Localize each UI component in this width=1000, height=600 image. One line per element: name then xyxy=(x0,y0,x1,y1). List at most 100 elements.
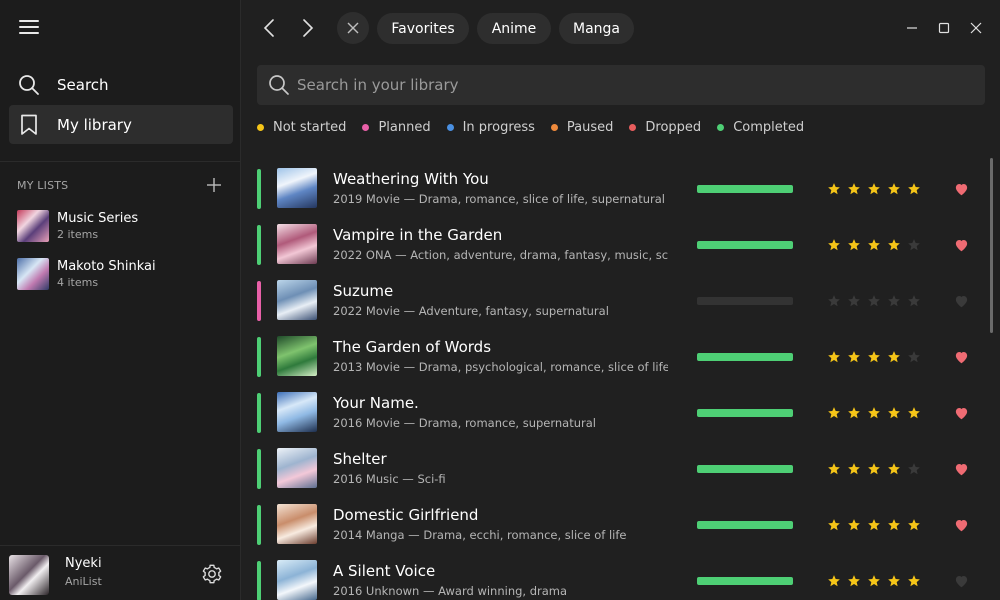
item-title: Vampire in the Garden xyxy=(333,226,503,244)
star-icon[interactable] xyxy=(824,460,844,478)
heart-icon[interactable] xyxy=(952,180,970,198)
legend-item[interactable]: Not started xyxy=(257,120,346,135)
library-search xyxy=(257,65,985,105)
cover-thumbnail xyxy=(277,280,317,320)
close-icon[interactable] xyxy=(966,18,986,38)
star-rating xyxy=(824,572,924,590)
star-icon[interactable] xyxy=(884,404,904,422)
star-icon[interactable] xyxy=(864,348,884,366)
status-indicator xyxy=(257,449,261,489)
heart-icon[interactable] xyxy=(952,572,970,590)
nav-item-my-library[interactable]: My library xyxy=(9,105,233,144)
star-icon[interactable] xyxy=(904,572,924,590)
star-icon[interactable] xyxy=(844,292,864,310)
heart-icon[interactable] xyxy=(952,348,970,366)
search-icon xyxy=(267,73,291,97)
list-item[interactable]: The Garden of Words 2013 Movie — Drama, p… xyxy=(242,328,990,384)
star-icon[interactable] xyxy=(844,180,864,198)
legend-item[interactable]: Dropped xyxy=(629,120,701,135)
star-icon[interactable] xyxy=(864,236,884,254)
forward-icon[interactable] xyxy=(292,12,324,44)
star-icon[interactable] xyxy=(904,292,924,310)
nav-item-search[interactable]: Search xyxy=(9,65,233,104)
star-icon[interactable] xyxy=(844,516,864,534)
star-icon[interactable] xyxy=(824,348,844,366)
sidebar: Search My library MY LISTS Music Series … xyxy=(0,0,241,600)
star-icon[interactable] xyxy=(864,180,884,198)
search-icon xyxy=(9,74,49,96)
clear-filter-icon[interactable] xyxy=(337,12,369,44)
list-item[interactable]: Vampire in the Garden 2022 ONA — Action, … xyxy=(242,216,990,272)
legend-item[interactable]: Planned xyxy=(362,120,431,135)
star-icon[interactable] xyxy=(904,180,924,198)
star-icon[interactable] xyxy=(864,516,884,534)
chip-favorites[interactable]: Favorites xyxy=(377,13,469,44)
star-icon[interactable] xyxy=(824,236,844,254)
star-icon[interactable] xyxy=(824,404,844,422)
star-icon[interactable] xyxy=(884,236,904,254)
star-icon[interactable] xyxy=(884,180,904,198)
star-icon[interactable] xyxy=(824,292,844,310)
progress-fill xyxy=(697,465,793,473)
star-icon[interactable] xyxy=(864,404,884,422)
list-item[interactable]: Domestic Girlfriend 2014 Manga — Drama, e… xyxy=(242,496,990,552)
star-icon[interactable] xyxy=(844,572,864,590)
list-item-music-series[interactable]: Music Series 2 items xyxy=(17,206,227,246)
star-icon[interactable] xyxy=(844,404,864,422)
star-icon[interactable] xyxy=(904,348,924,366)
chip-manga[interactable]: Manga xyxy=(559,13,634,44)
legend-item[interactable]: Paused xyxy=(550,120,613,135)
maximize-icon[interactable] xyxy=(934,18,954,38)
progress-fill xyxy=(697,409,793,417)
star-icon[interactable] xyxy=(864,292,884,310)
star-icon[interactable] xyxy=(844,236,864,254)
legend-item[interactable]: In progress xyxy=(446,120,535,135)
star-icon[interactable] xyxy=(904,460,924,478)
star-icon[interactable] xyxy=(884,348,904,366)
list-count: 4 items xyxy=(57,276,99,289)
star-icon[interactable] xyxy=(884,516,904,534)
search-input[interactable] xyxy=(297,76,977,94)
minimize-icon[interactable] xyxy=(902,18,922,38)
list-item[interactable]: A Silent Voice 2016 Unknown — Award winni… xyxy=(242,552,990,600)
star-icon[interactable] xyxy=(824,572,844,590)
status-indicator xyxy=(257,225,261,265)
heart-icon[interactable] xyxy=(952,404,970,422)
star-icon[interactable] xyxy=(884,292,904,310)
list-item[interactable]: Your Name. 2016 Movie — Drama, romance, s… xyxy=(242,384,990,440)
hamburger-menu-icon[interactable] xyxy=(19,20,39,38)
star-icon[interactable] xyxy=(904,236,924,254)
star-icon[interactable] xyxy=(864,572,884,590)
star-rating xyxy=(824,516,924,534)
list-item[interactable]: Suzume 2022 Movie — Adventure, fantasy, s… xyxy=(242,272,990,328)
item-title: Suzume xyxy=(333,282,394,300)
list-thumbnail xyxy=(17,210,49,242)
gear-icon[interactable] xyxy=(201,563,223,585)
item-subtitle: 2022 ONA — Action, adventure, drama, fan… xyxy=(333,248,668,262)
list-item[interactable]: Shelter 2016 Music — Sci-fi xyxy=(242,440,990,496)
legend-item[interactable]: Completed xyxy=(717,120,804,135)
star-icon[interactable] xyxy=(824,180,844,198)
star-icon[interactable] xyxy=(884,572,904,590)
legend-label: Planned xyxy=(378,120,431,135)
list-item-makoto-shinkai[interactable]: Makoto Shinkai 4 items xyxy=(17,254,227,294)
star-icon[interactable] xyxy=(884,460,904,478)
star-icon[interactable] xyxy=(904,516,924,534)
progress-fill xyxy=(697,521,793,529)
star-icon[interactable] xyxy=(844,460,864,478)
star-icon[interactable] xyxy=(844,348,864,366)
chip-anime[interactable]: Anime xyxy=(477,13,551,44)
legend-label: Not started xyxy=(273,120,347,135)
list-item[interactable]: Weathering With You 2019 Movie — Drama, r… xyxy=(242,160,990,216)
star-icon[interactable] xyxy=(864,460,884,478)
heart-icon[interactable] xyxy=(952,236,970,254)
heart-icon[interactable] xyxy=(952,460,970,478)
heart-icon[interactable] xyxy=(952,292,970,310)
star-icon[interactable] xyxy=(904,404,924,422)
add-list-icon[interactable] xyxy=(206,177,222,193)
avatar[interactable] xyxy=(9,555,49,595)
heart-icon[interactable] xyxy=(952,516,970,534)
back-icon[interactable] xyxy=(253,12,285,44)
scrollbar[interactable] xyxy=(990,158,993,333)
star-icon[interactable] xyxy=(824,516,844,534)
